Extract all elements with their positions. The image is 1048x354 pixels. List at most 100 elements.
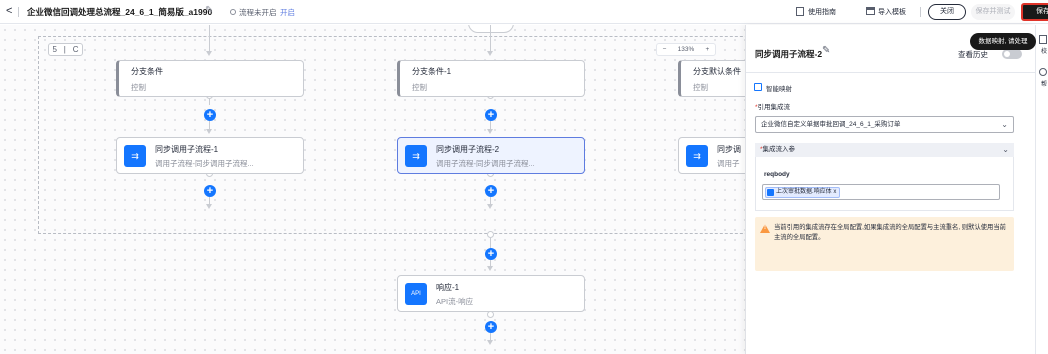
undo-icon[interactable]: 5	[52, 45, 56, 54]
divider	[920, 7, 921, 17]
add-node-button[interactable]: +	[485, 321, 497, 333]
divider: |	[63, 45, 66, 54]
trace-status: 流程未开启	[239, 8, 277, 17]
subflow-node[interactable]: ⇉ 同步调 调用子	[678, 137, 745, 174]
status-dot-icon	[230, 9, 236, 15]
tag-close-icon[interactable]: x	[833, 189, 836, 195]
history-toggle[interactable]	[1002, 49, 1022, 59]
warning-icon	[760, 224, 770, 233]
input-params-body: reqbody 上次审批数据.响应体 x	[755, 157, 1014, 211]
subflow-node[interactable]: ⇉ 同步调用子流程-1 调用子流程-同步调用子流程...	[116, 137, 304, 174]
tooltip: 数据映射, 请处理	[970, 33, 1036, 50]
connector	[490, 238, 491, 248]
pencil-icon[interactable]: ✎	[205, 5, 213, 16]
guide-link[interactable]: 使用指南	[808, 7, 836, 17]
divider	[746, 72, 1036, 73]
flow-select[interactable]: 企业微信自定义单据审批回调_24_6_1_采购订单 ⌄	[755, 116, 1014, 133]
branch-node[interactable]	[468, 25, 514, 33]
input-params-header[interactable]: *集成流入参 ⌄	[755, 143, 1014, 157]
node-subtitle: 调用子流程-同步调用子流程...	[436, 159, 535, 168]
properties-panel: 同步调用子流程-2 ✎ 查看历史 智能映射 *引用集成流 企业微信自定义单据审批…	[745, 25, 1036, 354]
api-icon: API	[405, 283, 427, 305]
zoom-bar: − 133% +	[656, 43, 716, 56]
warning-text: 当前引用的集成流存在全局配置,如果集成流的全局配置与主流重名, 则默认使用当前主…	[774, 224, 1006, 241]
flow-label-text: 引用集成流	[757, 104, 791, 111]
toolstrip-label: 校	[1041, 49, 1048, 55]
node-title: 同步调用子流程-2	[436, 145, 500, 154]
guide-icon	[796, 7, 804, 16]
chevron-down-icon: ⌄	[1002, 145, 1009, 154]
condition-title: 分支条件-1	[412, 67, 452, 76]
pencil-icon[interactable]: ✎	[822, 45, 830, 56]
smart-mapping-link[interactable]: 智能映射	[766, 83, 792, 93]
save-button[interactable]: 保存	[1021, 3, 1048, 21]
divider	[18, 7, 19, 17]
subflow-icon: ⇉	[686, 145, 708, 167]
subflow-node[interactable]: ⇉ 同步调用子流程-2 调用子流程-同步调用子流程...	[397, 137, 585, 174]
arrow-icon	[206, 51, 212, 56]
condition-title: 分支默认条件	[693, 67, 741, 76]
view-history-label: 查看历史	[958, 50, 988, 59]
input-params-label: 集成流入参	[762, 146, 796, 153]
subflow-icon: ⇉	[405, 145, 427, 167]
add-node-button[interactable]: +	[485, 109, 497, 121]
close-button[interactable]: 关闭	[928, 4, 966, 20]
anchor-point	[487, 231, 494, 238]
warning-alert: 当前引用的集成流存在全局配置,如果集成流的全局配置与主流重名, 则默认使用当前主…	[755, 217, 1014, 271]
arrow-icon	[487, 129, 493, 134]
add-node-button[interactable]: +	[204, 109, 216, 121]
add-node-button[interactable]: +	[485, 248, 497, 260]
condition-card[interactable]: 分支条件 控制	[116, 60, 304, 97]
help-icon[interactable]	[1039, 68, 1047, 76]
param-tag-label: 上次审批数据.响应体	[776, 189, 832, 195]
arrow-icon	[487, 51, 493, 56]
mapping-icon	[754, 83, 762, 91]
chevron-down-icon: ⌄	[1001, 120, 1008, 129]
panel-title: 同步调用子流程-2	[755, 49, 823, 59]
flow-canvas[interactable]: 5 | C − 133% + + + + + + + 分支条件 控制 分支条件-…	[0, 25, 745, 354]
condition-card[interactable]: 分支默认条件 控制	[678, 60, 745, 97]
zoom-in-button[interactable]: +	[706, 46, 710, 53]
param-value-field[interactable]: 上次审批数据.响应体 x	[762, 184, 1000, 200]
toolstrip-label: 帮	[1041, 82, 1048, 88]
add-node-button[interactable]: +	[204, 185, 216, 197]
flow-title: 企业微信回调处理总流程_24_6_1_简易版_a1990	[27, 7, 213, 17]
condition-subtitle: 控制	[131, 83, 146, 92]
subflow-icon: ⇉	[124, 145, 146, 167]
import-icon	[866, 7, 875, 15]
node-title: 响应-1	[436, 283, 460, 292]
redo-icon[interactable]: C	[73, 45, 79, 54]
arrow-icon	[487, 266, 493, 271]
zoom-out-button[interactable]: −	[663, 46, 667, 53]
param-tag[interactable]: 上次审批数据.响应体 x	[765, 187, 841, 198]
right-toolstrip: 校 帮	[1035, 25, 1048, 354]
condition-title: 分支条件	[131, 67, 163, 76]
back-icon[interactable]: <	[6, 5, 12, 17]
connector	[209, 25, 210, 52]
enable-trace-link[interactable]: 开启	[280, 7, 295, 18]
response-node[interactable]: API 响应-1 API流-响应	[397, 275, 585, 312]
top-bar: < 企业微信回调处理总流程_24_6_1_简易版_a1990 ✎ 流程未开启 开…	[0, 0, 1048, 24]
check-icon[interactable]	[1039, 35, 1047, 44]
add-node-button[interactable]: +	[485, 185, 497, 197]
condition-subtitle: 控制	[412, 83, 427, 92]
flow-select-value: 企业微信自定义单据审批回调_24_6_1_采购订单	[761, 121, 901, 128]
condition-subtitle: 控制	[693, 83, 708, 92]
node-title: 同步调	[717, 145, 741, 154]
flow-field-label: *引用集成流	[755, 101, 790, 111]
connector	[490, 25, 491, 52]
undo-redo-bar: 5 | C	[48, 43, 83, 56]
param-name: reqbody	[764, 171, 790, 178]
node-title: 同步调用子流程-1	[155, 145, 219, 154]
arrow-icon	[206, 204, 212, 209]
zoom-level: 133%	[677, 46, 695, 53]
condition-card[interactable]: 分支条件-1 控制	[397, 60, 585, 97]
save-and-test-button: 保存并测试	[971, 4, 1015, 20]
node-subtitle: 调用子流程-同步调用子流程...	[155, 159, 254, 168]
import-template-link[interactable]: 导入模板	[878, 7, 906, 17]
node-subtitle: API流-响应	[436, 297, 474, 306]
anchor-point	[487, 311, 494, 318]
node-subtitle: 调用子	[717, 159, 740, 168]
arrow-icon	[487, 340, 493, 345]
arrow-icon	[487, 204, 493, 209]
